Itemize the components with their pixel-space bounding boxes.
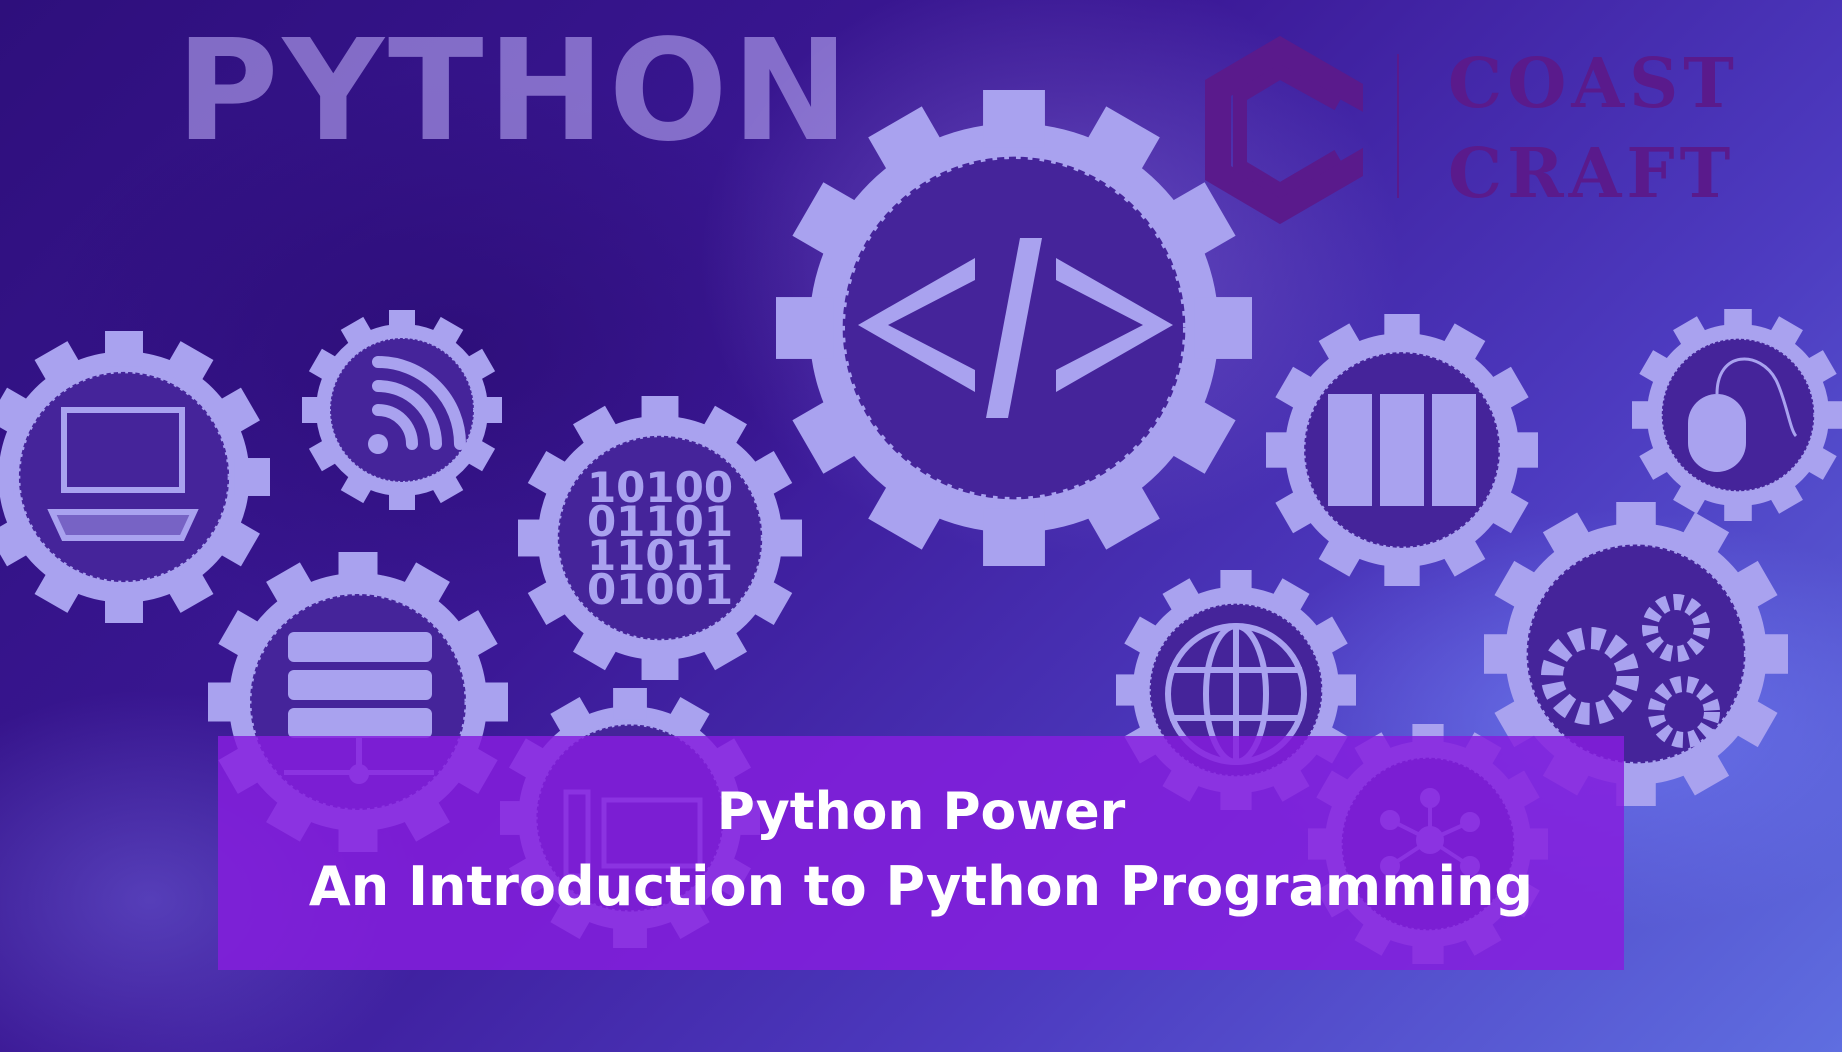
svg-text:01001: 01001 [587, 565, 733, 614]
logo-text-coast: COAST [1448, 44, 1739, 124]
banner-title: Python Power [716, 782, 1126, 842]
laptop-gear [0, 329, 272, 625]
title-banner: Python Power An Introduction to Python P… [218, 736, 1624, 970]
python-heading: PYTHON [176, 10, 853, 173]
coast-craft-logo-mark [1205, 35, 1363, 225]
banner-subtitle: An Introduction to Python Programming [308, 855, 1534, 918]
server-racks-icon [1328, 394, 1476, 506]
binary-icon: 10100 01101 11011 01001 [587, 463, 733, 614]
wifi-gear [301, 309, 503, 511]
logo-text-craft: CRAFT [1448, 134, 1736, 214]
